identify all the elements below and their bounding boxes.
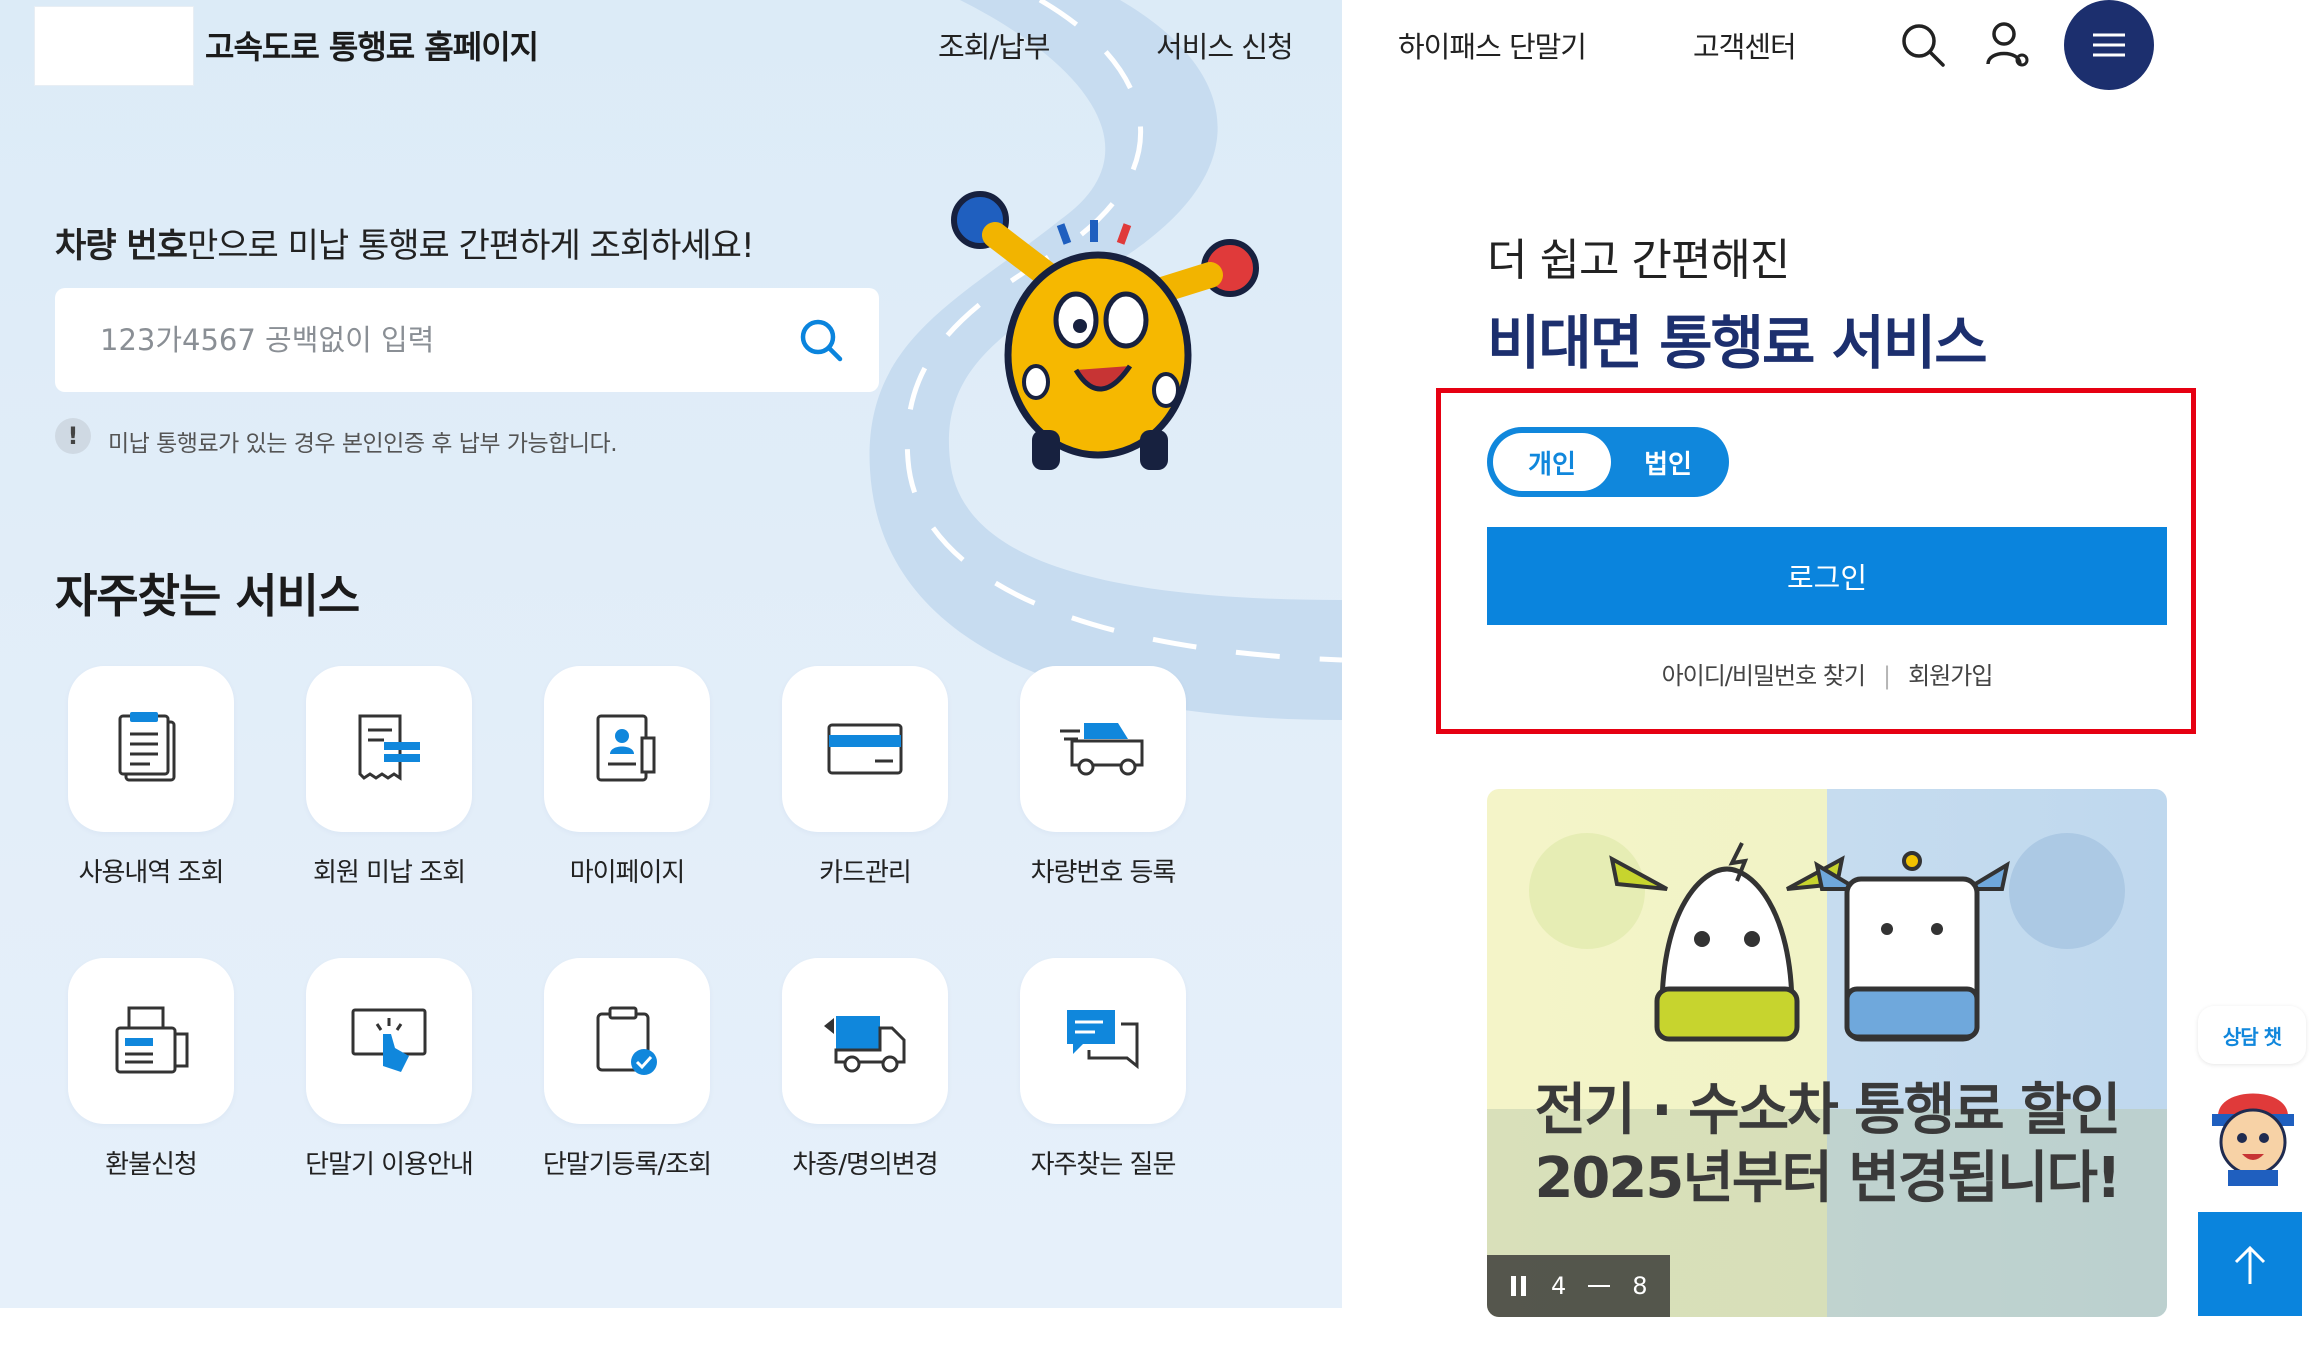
car-icon <box>1060 723 1144 776</box>
service-faq[interactable]: 자주찾는 질문 <box>1020 958 1186 1181</box>
signup-link[interactable]: 회원가입 <box>1908 662 1993 690</box>
banner-total-slides: 8 <box>1632 1272 1648 1300</box>
chat-icon <box>1067 1010 1139 1070</box>
service-label: 자주찾는 질문 <box>1030 1150 1177 1180</box>
nav-customer-center[interactable]: 고객센터 <box>1693 24 1797 66</box>
device-check-icon <box>596 1006 657 1075</box>
banner-line-2: 2025년부터 변경됩니다! <box>1534 1146 2121 1211</box>
toggle-corporate[interactable]: 법인 <box>1613 433 1723 491</box>
service-register-vehicle[interactable]: 차량번호 등록 <box>1020 666 1186 889</box>
search-icon[interactable] <box>1896 18 1950 72</box>
service-device-register[interactable]: 단말기등록/조회 <box>543 958 712 1181</box>
mypage-icon <box>596 714 656 782</box>
faq-title: 자주찾는 서비스 <box>55 569 360 623</box>
find-id-password-link[interactable]: 아이디/비밀번호 찾기 <box>1662 662 1866 690</box>
banner-illustration <box>1487 833 2167 1317</box>
service-member-unpaid[interactable]: 회원 미납 조회 <box>306 666 472 889</box>
service-label: 단말기 이용안내 <box>305 1150 474 1180</box>
arrow-up-icon <box>2234 1245 2266 1284</box>
site-title[interactable]: 고속도로 통행료 홈페이지 <box>205 22 539 68</box>
notice-icon: ! <box>55 418 91 454</box>
touch-screen-icon <box>351 1008 427 1072</box>
link-separator: | <box>1883 662 1891 690</box>
chatbot-character-icon[interactable] <box>2198 1076 2308 1186</box>
usage-history-icon <box>118 712 176 782</box>
refund-fax-icon <box>115 1006 189 1074</box>
pause-icon[interactable] <box>1509 1274 1529 1298</box>
truck-icon <box>824 1016 906 1073</box>
search-heading: 차량 번호만으로 미납 통행료 간편하게 조회하세요! <box>55 226 755 266</box>
unpaid-receipt-icon <box>358 714 420 781</box>
nav-hipass-device[interactable]: 하이패스 단말기 <box>1398 24 1587 66</box>
search-submit-icon[interactable] <box>793 312 849 368</box>
service-label: 마이페이지 <box>569 858 686 888</box>
banner-current-slide: 4 <box>1551 1272 1567 1300</box>
service-mypage[interactable]: 마이페이지 <box>544 666 710 889</box>
service-usage-history[interactable]: 사용내역 조회 <box>68 666 234 889</box>
site-logo[interactable] <box>34 6 194 86</box>
slide-divider <box>1588 1285 1611 1287</box>
service-label: 차량번호 등록 <box>1030 858 1177 888</box>
nav-inquiry-payment[interactable]: 조회/납부 <box>938 24 1050 66</box>
login-links: 아이디/비밀번호 찾기 | 회원가입 <box>1487 656 2167 691</box>
menu-icon <box>2093 33 2125 57</box>
menu-button[interactable] <box>2064 0 2154 90</box>
service-label: 사용내역 조회 <box>78 858 225 888</box>
login-button[interactable]: 로그인 <box>1487 527 2167 625</box>
service-label: 차종/명의변경 <box>792 1150 938 1180</box>
service-card-manage[interactable]: 카드관리 <box>782 666 948 889</box>
vehicle-search-box <box>55 288 879 392</box>
banner-controls: 4 8 <box>1487 1255 1670 1317</box>
member-type-toggle[interactable]: 개인 법인 <box>1487 427 1729 497</box>
promo-subtitle: 더 쉽고 간편해진 <box>1487 235 1790 286</box>
scroll-top-button[interactable] <box>2198 1212 2302 1316</box>
nav-service-apply[interactable]: 서비스 신청 <box>1156 24 1294 66</box>
card-icon <box>827 723 903 775</box>
promo-banner[interactable]: 전기 · 수소차 통행료 할인 2025년부터 변경됩니다! 4 8 <box>1487 789 2167 1317</box>
chat-consult-bubble[interactable]: 상담 챗 <box>2198 1006 2306 1064</box>
service-label: 단말기등록/조회 <box>542 1150 712 1180</box>
service-label: 카드관리 <box>819 858 912 888</box>
promo-title: 비대면 통행료 서비스 <box>1487 309 1988 377</box>
service-device-guide[interactable]: 단말기 이용안내 <box>305 958 474 1181</box>
notice-text: 미납 통행료가 있는 경우 본인인증 후 납부 가능합니다. <box>108 431 618 457</box>
toggle-personal[interactable]: 개인 <box>1493 433 1611 491</box>
service-refund[interactable]: 환불신청 <box>68 958 234 1181</box>
user-icon[interactable] <box>1980 18 2034 72</box>
service-label: 회원 미납 조회 <box>312 858 466 888</box>
vehicle-number-input[interactable] <box>100 288 780 392</box>
service-label: 환불신청 <box>105 1150 198 1180</box>
service-vehicle-change[interactable]: 차종/명의변경 <box>782 958 948 1181</box>
mascot-illustration <box>951 191 1259 470</box>
